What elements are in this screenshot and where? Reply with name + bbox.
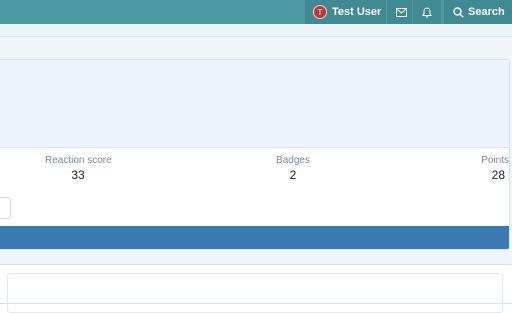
stat-label: Points [481, 155, 509, 166]
profile-stats-row: Reaction score 33 Badges 2 Points 28 [0, 148, 509, 192]
avatar: T [313, 5, 327, 19]
stat-badges[interactable]: Badges 2 [276, 155, 310, 182]
envelope-icon [395, 7, 407, 17]
username-label: Test User [332, 6, 382, 18]
inbox-button[interactable] [386, 0, 415, 24]
stat-value: 28 [491, 168, 505, 182]
profile-card: Reaction score 33 Badges 2 Points 28 [0, 59, 510, 250]
profile-action-button[interactable] [0, 197, 11, 219]
stat-value: 2 [289, 168, 297, 182]
stat-reaction-score[interactable]: Reaction score 33 [45, 155, 112, 182]
stat-label: Badges [276, 155, 310, 166]
profile-tab-bar[interactable] [0, 226, 509, 249]
top-navigation-bar: T Test User Search [0, 0, 512, 24]
profile-actions-row [0, 191, 509, 226]
stat-label: Reaction score [45, 155, 112, 166]
profile-banner [0, 60, 509, 148]
stat-value: 33 [71, 168, 85, 182]
alerts-button[interactable] [412, 0, 441, 24]
content-inner-panel [7, 273, 503, 313]
search-label: Search [468, 6, 505, 18]
account-menu-button[interactable]: T Test User [305, 0, 386, 24]
bell-icon [422, 6, 432, 18]
content-block [0, 264, 512, 313]
secondary-navigation [0, 24, 512, 37]
stat-points[interactable]: Points 28 [473, 155, 509, 182]
search-icon [453, 6, 464, 18]
search-button[interactable]: Search [444, 0, 512, 24]
